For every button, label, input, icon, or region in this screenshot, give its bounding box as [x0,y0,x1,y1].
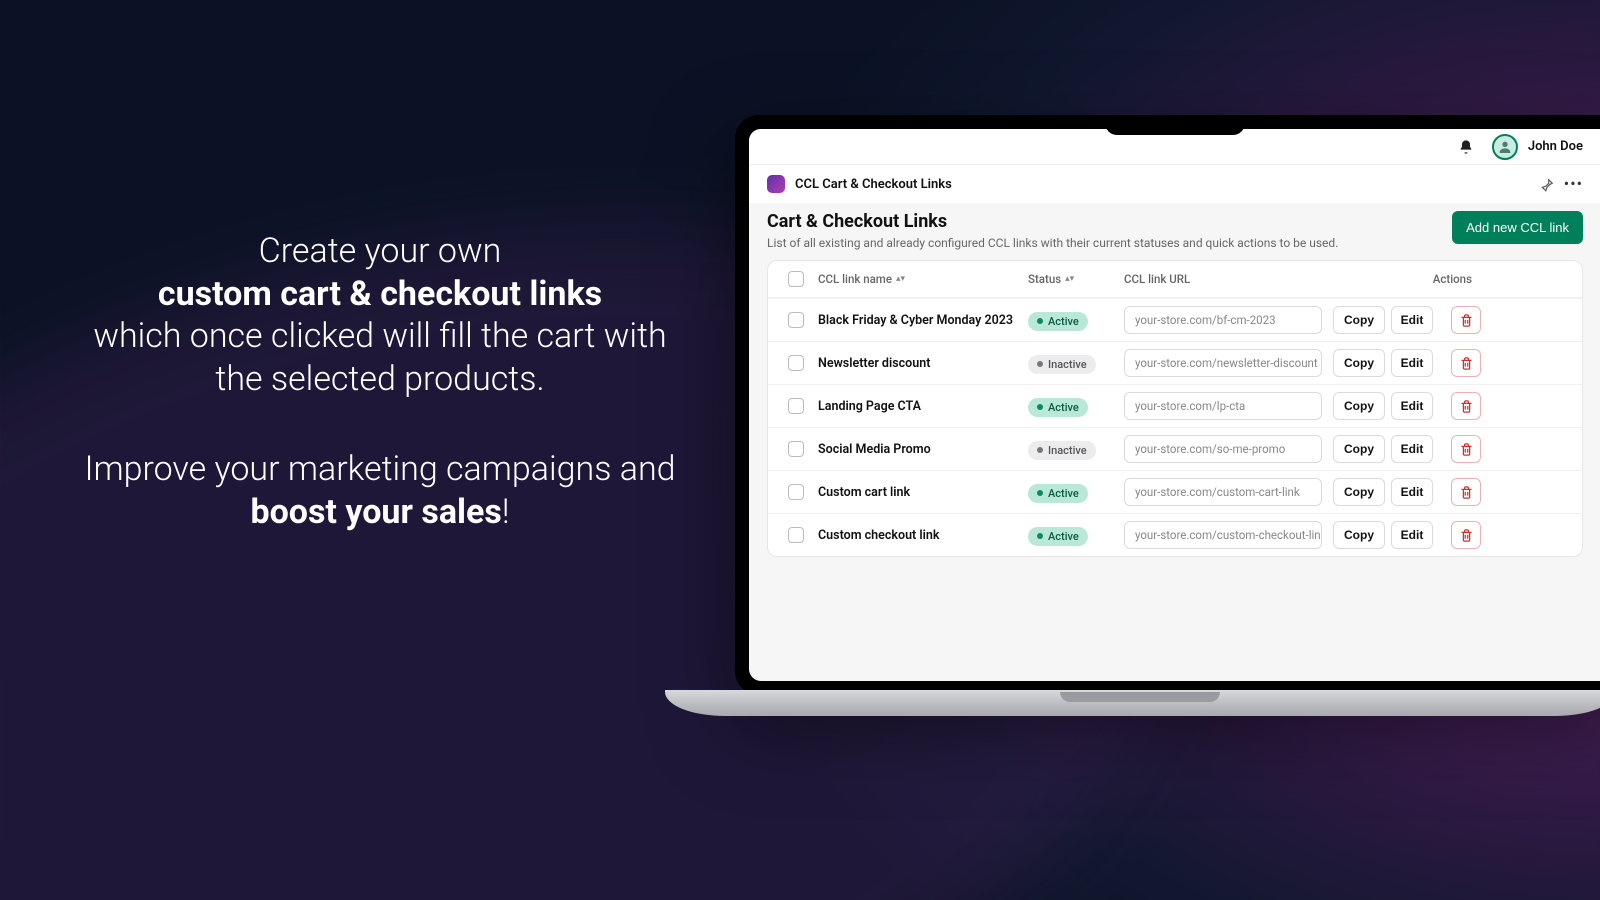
row-checkbox[interactable] [788,398,804,414]
notifications-icon[interactable] [1458,139,1474,155]
delete-button[interactable] [1451,392,1481,420]
marketing-copy: Create your own custom cart & checkout l… [80,230,680,533]
row-checkbox[interactable] [788,484,804,500]
avatar [1492,134,1518,160]
row-checkbox[interactable] [788,441,804,457]
table-header: CCL link name▴▾ Status▴▾ CCL link URL Ac… [768,261,1582,298]
table-row: Landing Page CTAActive your-store.com/lp-… [768,384,1582,427]
marketing-bold: custom cart & checkout links [158,274,602,314]
page-title: Cart & Checkout Links [767,211,1338,232]
copy-button[interactable]: Copy [1333,521,1385,549]
delete-button[interactable] [1451,521,1481,549]
copy-button[interactable]: Copy [1333,478,1385,506]
marketing-line: Improve your marketing campaigns and [84,449,675,489]
col-actions: Actions [1436,272,1484,286]
col-name[interactable]: CCL link name▴▾ [818,272,1028,286]
col-url: CCL link URL [1124,272,1330,286]
link-name: Social Media Promo [818,442,1028,457]
marketing-line: which once clicked will fill the cart wi… [93,316,666,399]
link-name: Black Friday & Cyber Monday 2023 [818,313,1028,328]
delete-button[interactable] [1451,478,1481,506]
delete-button[interactable] [1451,349,1481,377]
add-new-link-button[interactable]: Add new CCL link [1452,211,1583,244]
link-name: Landing Page CTA [818,399,1028,414]
delete-button[interactable] [1451,435,1481,463]
page-subtitle: List of all existing and already configu… [767,236,1338,250]
pin-icon[interactable] [1540,177,1554,191]
copy-button[interactable]: Copy [1333,392,1385,420]
user-menu[interactable]: John Doe [1492,134,1583,160]
username: John Doe [1528,139,1583,154]
status-badge: Inactive [1028,355,1096,374]
marketing-bold: boost your sales [250,492,501,532]
app-icon [767,175,785,193]
table-row: Custom checkout linkActive your-store.com… [768,513,1582,556]
app-title: CCL Cart & Checkout Links [795,177,1530,192]
laptop-frame: John Doe CCL Cart & Checkout Links ••• C… [735,115,1600,695]
status-badge: Active [1028,312,1088,331]
status-badge: Inactive [1028,441,1096,460]
link-url-field[interactable]: your-store.com/newsletter-discount [1124,349,1322,377]
copy-button[interactable]: Copy [1333,306,1385,334]
edit-button[interactable]: Edit [1391,306,1433,334]
more-icon[interactable]: ••• [1564,176,1583,192]
link-url-field[interactable]: your-store.com/lp-cta [1124,392,1322,420]
link-url-field[interactable]: your-store.com/so-me-promo [1124,435,1322,463]
table-row: Custom cart linkActive your-store.com/cus… [768,470,1582,513]
table-row: Newsletter discountInactive your-store.co… [768,341,1582,384]
marketing-line: ! [502,492,510,532]
select-all-checkbox[interactable] [788,271,804,287]
edit-button[interactable]: Edit [1391,392,1433,420]
app-header: CCL Cart & Checkout Links ••• [749,165,1600,203]
link-url-field[interactable]: your-store.com/bf-cm-2023 [1124,306,1322,334]
row-checkbox[interactable] [788,312,804,328]
copy-button[interactable]: Copy [1333,349,1385,377]
sort-icon: ▴▾ [896,274,905,284]
sort-icon: ▴▾ [1065,274,1074,284]
edit-button[interactable]: Edit [1391,478,1433,506]
copy-button[interactable]: Copy [1333,435,1385,463]
link-url-field[interactable]: your-store.com/custom-checkout-link [1124,521,1322,549]
status-badge: Active [1028,527,1088,546]
marketing-line: Create your own [259,231,502,271]
status-badge: Active [1028,484,1088,503]
delete-button[interactable] [1451,306,1481,334]
edit-button[interactable]: Edit [1391,435,1433,463]
link-name: Newsletter discount [818,356,1028,371]
row-checkbox[interactable] [788,527,804,543]
link-url-field[interactable]: your-store.com/custom-cart-link [1124,478,1322,506]
table-row: Social Media PromoInactive your-store.com… [768,427,1582,470]
row-checkbox[interactable] [788,355,804,371]
laptop-base [665,690,1600,716]
app-screen: John Doe CCL Cart & Checkout Links ••• C… [749,129,1600,681]
link-name: Custom cart link [818,485,1028,500]
links-table: CCL link name▴▾ Status▴▾ CCL link URL Ac… [767,260,1583,557]
table-row: Black Friday & Cyber Monday 2023Active yo… [768,298,1582,341]
link-name: Custom checkout link [818,528,1028,543]
edit-button[interactable]: Edit [1391,521,1433,549]
edit-button[interactable]: Edit [1391,349,1433,377]
status-badge: Active [1028,398,1088,417]
col-status[interactable]: Status▴▾ [1028,272,1124,286]
